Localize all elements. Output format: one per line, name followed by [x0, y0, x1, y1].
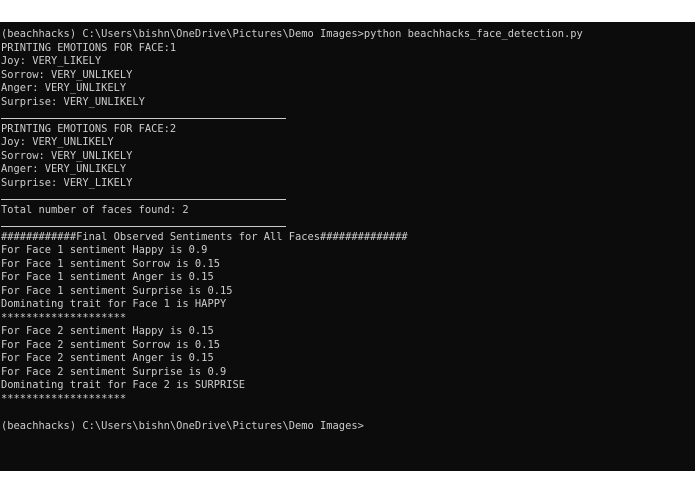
output-line: For Face 1 sentiment Happy is 0.9	[1, 244, 208, 256]
output-line: Joy: VERY_UNLIKELY	[1, 136, 114, 148]
output-line: For Face 2 sentiment Sorrow is 0.15	[1, 338, 220, 351]
output-line: Joy: VERY_LIKELY	[1, 55, 102, 67]
output-line: Dominating trait for Face 1 is HAPPY	[1, 298, 227, 310]
separator-line	[1, 190, 583, 204]
output-line: For Face 1 sentiment Sorrow is 0.15	[1, 257, 220, 270]
prompt-line[interactable]: (beachhacks) C:\Users\bishn\OneDrive\Pic…	[1, 420, 583, 434]
output-line: PRINTING EMOTIONS FOR FACE:1	[1, 41, 177, 54]
output-line: Sorrow: VERY_UNLIKELY	[1, 149, 133, 162]
output-line: For Face 2 sentiment Happy is 0.15	[1, 325, 214, 337]
terminal-window[interactable]: (beachhacks) C:\Users\bishn\OneDrive\Pic…	[0, 22, 695, 471]
output-line: ********************	[1, 392, 127, 405]
output-line: For Face 1 sentiment Surprise is 0.15	[1, 284, 233, 297]
separator-line	[1, 109, 583, 123]
output-line: Surprise: VERY_UNLIKELY	[1, 95, 145, 108]
output-line: Sorrow: VERY_UNLIKELY	[1, 68, 133, 81]
output-line: Total number of faces found: 2	[1, 203, 189, 216]
terminal-output: (beachhacks) C:\Users\bishn\OneDrive\Pic…	[1, 28, 583, 433]
blank-line	[1, 406, 583, 420]
output-line: Dominating trait for Face 2 is SURPRISE	[1, 379, 245, 391]
output-line: For Face 2 sentiment Surprise is 0.9	[1, 365, 227, 378]
output-line: For Face 1 sentiment Anger is 0.15	[1, 271, 214, 283]
output-line: For Face 2 sentiment Anger is 0.15	[1, 352, 214, 364]
output-line: ********************	[1, 311, 127, 324]
output-line: Anger: VERY_UNLIKELY	[1, 163, 127, 175]
output-line: PRINTING EMOTIONS FOR FACE:2	[1, 122, 177, 135]
output-line: Surprise: VERY_LIKELY	[1, 176, 133, 189]
separator-line	[1, 217, 583, 231]
output-line: ############Final Observed Sentiments fo…	[1, 230, 408, 243]
output-line: Anger: VERY_UNLIKELY	[1, 82, 127, 94]
command-line: (beachhacks) C:\Users\bishn\OneDrive\Pic…	[1, 28, 583, 40]
